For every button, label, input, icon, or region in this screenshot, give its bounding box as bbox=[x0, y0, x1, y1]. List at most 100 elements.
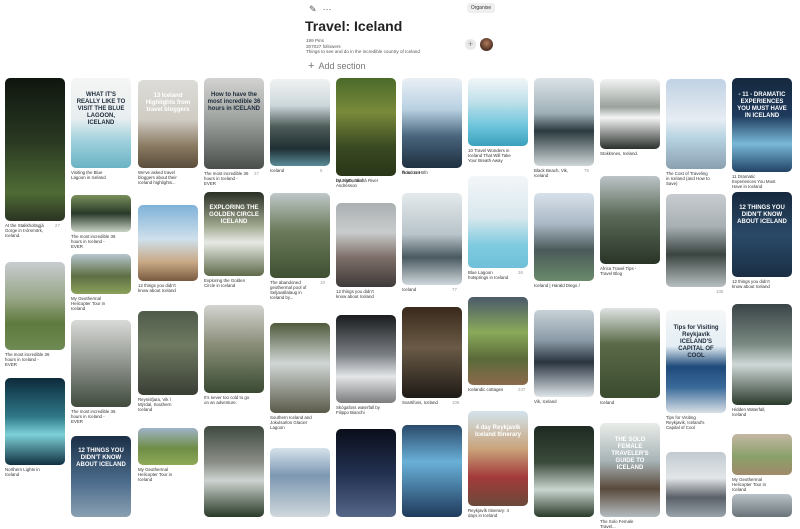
pin-caption[interactable]: The Solo Female Travel... bbox=[600, 519, 646, 529]
pin-caption[interactable]: Hidden Waterfall, Iceland bbox=[732, 407, 778, 417]
pin-image[interactable] bbox=[666, 452, 726, 517]
pin-caption[interactable]: Vik, Iceland bbox=[534, 399, 580, 404]
add-section-button[interactable]: + Add section bbox=[308, 60, 365, 72]
pin-image[interactable] bbox=[402, 78, 462, 168]
pin-image[interactable] bbox=[402, 307, 462, 398]
pin-image[interactable] bbox=[468, 78, 528, 146]
pin-caption[interactable]: Iceland | Harald Diego / bbox=[534, 283, 580, 288]
pin-caption[interactable]: 12 things you didn't know about Iceland bbox=[336, 289, 382, 299]
pin-image[interactable] bbox=[468, 297, 528, 385]
pin-save-count: 5 bbox=[320, 168, 323, 173]
pin-image[interactable] bbox=[600, 79, 660, 149]
pin-caption[interactable]: 12 things you didn't know about Iceland bbox=[732, 279, 778, 289]
organise-button[interactable]: Organise bbox=[467, 3, 495, 13]
pin-caption[interactable]: At the Stakkholtsgjá Gorge in Þórsmörk, … bbox=[5, 223, 51, 238]
pin-image[interactable] bbox=[5, 78, 65, 221]
pin-image[interactable] bbox=[138, 205, 198, 281]
pin-image[interactable] bbox=[270, 193, 330, 278]
page-title: Travel: Iceland bbox=[305, 18, 403, 34]
pin-caption[interactable]: Stokksnes, Iceland. bbox=[600, 151, 646, 156]
pin-image[interactable] bbox=[666, 79, 726, 169]
pin-image[interactable]: 4 day Reykjavík Iceland Itinerary bbox=[468, 411, 528, 506]
pin-image[interactable] bbox=[5, 262, 65, 350]
pin-image[interactable] bbox=[336, 78, 396, 176]
pin-caption[interactable]: 12 things you didn't know about Iceland bbox=[138, 283, 184, 293]
pin-image[interactable] bbox=[402, 425, 462, 517]
pin-caption[interactable]: flickr.com bbox=[402, 170, 448, 175]
pin-caption[interactable]: The abandoned geothermal pool of Seljava… bbox=[270, 280, 316, 300]
pin-caption[interactable]: Exploring the Golden Circle in Iceland bbox=[204, 278, 250, 288]
pin-caption[interactable]: Blue Lagoon hotsprings in Iceland bbox=[468, 270, 514, 280]
pin-caption[interactable]: Tips for Visiting Reykjavik, Iceland's C… bbox=[666, 415, 712, 430]
pin-caption[interactable]: Northern Lights in Iceland bbox=[5, 467, 51, 477]
pin-image[interactable] bbox=[270, 323, 330, 413]
pin-caption[interactable]: We've asked travel bloggers about their … bbox=[138, 170, 184, 185]
pin-caption[interactable]: The most incredible 36 hours in Iceland … bbox=[5, 352, 51, 367]
pin-save-count: 247 bbox=[518, 387, 526, 392]
pin-image[interactable] bbox=[204, 426, 264, 517]
pin-caption[interactable]: Skógafoss waterfall by Filippo Bianchi bbox=[336, 405, 382, 415]
plus-icon: + bbox=[308, 60, 315, 72]
pin-image[interactable] bbox=[468, 176, 528, 268]
pin-caption[interactable]: Black Beach, Vik, Iceland bbox=[534, 168, 580, 178]
pin-caption[interactable]: Southern Iceland and Jokulsarlon Glacier… bbox=[270, 415, 316, 430]
avatar[interactable] bbox=[480, 38, 493, 51]
pin-caption[interactable]: The most incredible 36 hours in Iceland … bbox=[204, 171, 250, 186]
pin-caption[interactable]: Iceland bbox=[270, 168, 316, 173]
pin-caption[interactable]: It's never too cold to go on an adventur… bbox=[204, 395, 250, 405]
pin-image[interactable]: How to have the most incredible 36 hours… bbox=[204, 78, 264, 169]
pin-image[interactable]: THE SOLO FEMALE TRAVELER'S GUIDE TO ICEL… bbox=[600, 423, 660, 517]
pin-caption[interactable]: Reynisfjara, Vik í Mýrdal, Southern Icel… bbox=[138, 397, 184, 412]
pin-caption[interactable]: Icelandic cottages bbox=[468, 387, 514, 392]
pin-caption[interactable]: Africa Travel Tips - Travel Blog bbox=[600, 266, 646, 276]
pin-image[interactable] bbox=[600, 308, 660, 398]
pin-image[interactable] bbox=[336, 429, 396, 517]
pin-caption[interactable]: The most incredible 36 hours in Iceland … bbox=[71, 234, 117, 249]
pin-caption[interactable]: by Sigmundur Andrésson bbox=[336, 178, 382, 188]
pin-image[interactable] bbox=[600, 176, 660, 264]
pin-image[interactable] bbox=[732, 304, 792, 405]
pin-caption[interactable]: My Geothermal Helicopter Tour in Iceland bbox=[71, 296, 117, 311]
pin-image[interactable] bbox=[534, 193, 594, 281]
pin-caption[interactable]: 10 Travel Wonders in Iceland That Will T… bbox=[468, 148, 514, 163]
ellipsis-icon[interactable]: ··· bbox=[323, 4, 332, 14]
pin-image[interactable] bbox=[204, 305, 264, 393]
pin-image[interactable]: EXPLORING THE GOLDEN CIRCLE ICELAND bbox=[204, 192, 264, 276]
pin-image[interactable] bbox=[732, 434, 792, 475]
pin-image[interactable] bbox=[402, 193, 462, 285]
pin-image[interactable] bbox=[534, 310, 594, 397]
pin-image[interactable]: 12 THINGS YOU DIDN'T KNOW ABOUT ICELAND bbox=[732, 192, 792, 277]
pin-image[interactable] bbox=[270, 79, 330, 166]
pin-caption[interactable]: Svartifoss, Iceland bbox=[402, 400, 448, 405]
pin-image[interactable] bbox=[336, 203, 396, 287]
add-collaborator-button[interactable]: + bbox=[465, 39, 476, 50]
pin-image[interactable] bbox=[534, 78, 594, 166]
pin-image[interactable] bbox=[666, 194, 726, 287]
pin-caption[interactable]: The Cost of Traveling in Iceland (and Ho… bbox=[666, 171, 712, 186]
pin-caption[interactable]: Visiting the Blue Lagoon in Iceland bbox=[71, 170, 117, 180]
pin-image[interactable]: 12 THINGS YOU DIDN'T KNOW ABOUT ICELAND bbox=[71, 436, 131, 517]
pencil-icon[interactable]: ✎ bbox=[309, 4, 317, 14]
pin-save-count: 27 bbox=[254, 171, 259, 176]
pin-caption[interactable]: The most incredible 36 hours in Iceland … bbox=[71, 409, 117, 424]
pin-image[interactable] bbox=[5, 378, 65, 465]
pin-image[interactable] bbox=[71, 254, 131, 294]
pin-caption[interactable]: Iceland bbox=[402, 287, 448, 292]
pin-save-count: 75 bbox=[584, 168, 589, 173]
pin-image[interactable] bbox=[336, 315, 396, 403]
pin-image[interactable] bbox=[732, 494, 792, 517]
pin-caption[interactable]: Iceland bbox=[600, 400, 646, 405]
pin-image[interactable] bbox=[71, 320, 131, 407]
pin-image[interactable] bbox=[71, 195, 131, 232]
pin-caption[interactable]: My Geothermal Helicopter Tour in Iceland bbox=[732, 477, 778, 492]
pin-image[interactable] bbox=[138, 428, 198, 465]
pin-image[interactable]: - 11 - DRAMATIC EXPERIENCES YOU MUST HAV… bbox=[732, 78, 792, 172]
pin-image[interactable]: Tips for Visiting Reykjavík ICELAND'S CA… bbox=[666, 310, 726, 413]
pin-image[interactable]: WHAT IT'S REALLY LIKE TO VISIT THE BLUE … bbox=[71, 78, 131, 168]
pin-caption[interactable]: My Geothermal Helicopter Tour in Iceland bbox=[138, 467, 184, 482]
pin-image[interactable]: 13 Iceland Highlights from travel blogge… bbox=[138, 80, 198, 168]
pin-caption[interactable]: 11 Dramatic Experiences You Must Have in… bbox=[732, 174, 778, 189]
pin-image[interactable] bbox=[534, 426, 594, 517]
pin-image[interactable] bbox=[270, 448, 330, 517]
pin-image[interactable] bbox=[138, 311, 198, 395]
